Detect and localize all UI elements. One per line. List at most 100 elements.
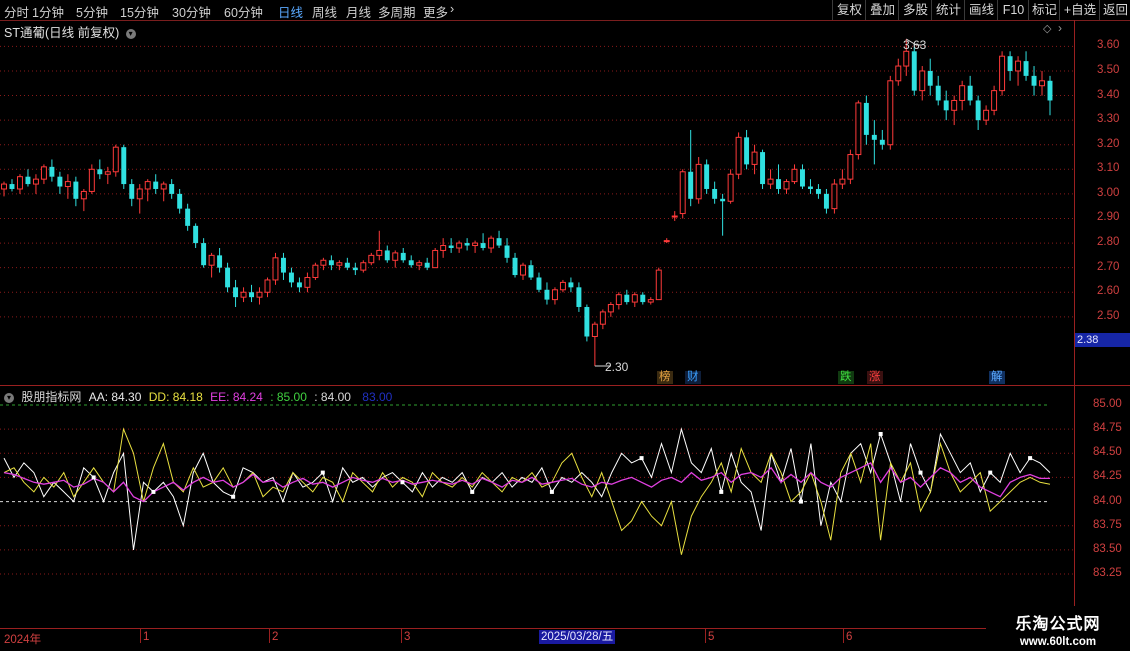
event-marker-4[interactable]: 解 — [989, 371, 1005, 384]
candle — [360, 260, 367, 273]
candle — [1007, 51, 1013, 81]
candle — [1, 181, 7, 197]
candle — [40, 164, 47, 185]
period-toolbar: 分时 1分钟 5分钟 15分钟 30分钟 60分钟 日线 周线 月线 多周期 更多 › 复权 叠加 多股 统计… — [0, 0, 1130, 21]
chevron-down-icon[interactable]: ▾ — [125, 28, 136, 39]
toolbar-button-3[interactable]: 统计 — [931, 0, 965, 20]
candle — [185, 203, 191, 231]
candle — [296, 277, 302, 293]
selected-date: 2025/03/28/五 — [539, 630, 616, 644]
candle — [999, 51, 1006, 96]
candle — [520, 262, 526, 280]
candle — [544, 282, 550, 305]
toolbar-button-8[interactable]: 返回 — [1099, 0, 1130, 20]
candle — [679, 169, 686, 219]
candle — [49, 159, 55, 182]
period-10[interactable]: 更多 — [423, 2, 448, 21]
indicator-tick-label: 83.25 — [1093, 567, 1122, 579]
candle — [129, 179, 135, 207]
candle — [144, 179, 151, 202]
period-4[interactable]: 30分钟 — [172, 2, 211, 21]
event-marker-0[interactable]: 榜 — [657, 371, 673, 384]
candle — [272, 252, 279, 285]
candle — [1023, 51, 1029, 81]
candle — [57, 171, 63, 194]
toolbar-button-2[interactable]: 多股 — [898, 0, 932, 20]
candle — [983, 105, 990, 126]
candle — [217, 247, 223, 273]
period-9[interactable]: 多周期 — [378, 2, 416, 21]
candle — [887, 75, 894, 150]
candle — [73, 176, 79, 207]
period-5[interactable]: 60分钟 — [224, 2, 263, 21]
candle — [559, 279, 566, 293]
candle — [855, 100, 862, 160]
candle — [712, 181, 718, 204]
candle — [935, 75, 941, 106]
price-tick-label: 3.50 — [1097, 63, 1120, 76]
candle — [871, 120, 877, 165]
indicator-tick-label: 83.75 — [1093, 518, 1122, 531]
signal-marker — [231, 494, 236, 499]
indicator-tick-label: 84.00 — [1093, 494, 1122, 507]
candle — [233, 279, 239, 307]
candle — [64, 174, 71, 199]
candle — [1015, 56, 1022, 86]
candle — [831, 179, 838, 214]
candle — [456, 240, 463, 253]
toolbar-button-0[interactable]: 复权 — [832, 0, 866, 20]
period-7[interactable]: 周线 — [312, 2, 337, 21]
candle — [480, 233, 486, 251]
indicator-tick-label: 84.75 — [1093, 422, 1122, 435]
price-tick-label: 2.80 — [1097, 236, 1120, 249]
candle — [328, 255, 334, 271]
candle — [783, 179, 790, 194]
chevron-right-icon[interactable]: › — [450, 2, 454, 16]
candle — [551, 287, 558, 305]
candle — [704, 159, 710, 194]
candle — [591, 321, 598, 366]
candle — [256, 287, 263, 305]
date-tick — [401, 629, 402, 643]
period-8[interactable]: 月线 — [346, 2, 371, 21]
candle — [336, 260, 343, 271]
toolbar-button-5[interactable]: F10 — [997, 0, 1029, 20]
candle — [368, 252, 375, 266]
event-marker-2[interactable]: 跌 — [838, 371, 854, 384]
series-dd — [3, 427, 1051, 555]
toolbar-button-6[interactable]: 标记 — [1028, 0, 1060, 20]
signal-marker — [470, 489, 475, 494]
toolbar-button-4[interactable]: 画线 — [964, 0, 998, 20]
signal-marker — [988, 470, 993, 475]
candle — [967, 75, 973, 106]
candle — [727, 169, 734, 204]
candle — [847, 149, 854, 185]
candle — [288, 267, 294, 288]
price-tick-label: 3.20 — [1097, 137, 1120, 150]
indicator-tick-label: 83.50 — [1093, 542, 1122, 555]
candle — [1047, 75, 1053, 116]
price-chart[interactable] — [0, 20, 1130, 385]
price-tick-label: 2.90 — [1097, 211, 1120, 224]
period-1[interactable]: 1分钟 — [32, 2, 64, 21]
event-marker-1[interactable]: 财 — [685, 371, 701, 384]
candle — [320, 257, 327, 271]
chevron-right-icon[interactable]: › — [1058, 21, 1062, 35]
date-tick — [269, 629, 270, 643]
candle — [927, 58, 933, 96]
diamond-icon[interactable]: ◇ — [1043, 22, 1051, 35]
date-tick — [140, 629, 141, 643]
candle — [193, 223, 199, 248]
price-tick-label: 3.00 — [1097, 186, 1120, 199]
period-6[interactable]: 日线 — [278, 2, 303, 21]
toolbar-button-1[interactable]: 叠加 — [865, 0, 899, 20]
toolbar-button-7[interactable]: +自选 — [1059, 0, 1100, 20]
candle — [352, 262, 358, 276]
candle — [640, 292, 646, 305]
indicator-chart[interactable] — [0, 386, 1130, 628]
event-marker-3[interactable]: 涨 — [867, 371, 883, 384]
period-2[interactable]: 5分钟 — [76, 2, 108, 21]
period-0[interactable]: 分时 — [4, 2, 29, 21]
candle — [32, 174, 39, 194]
period-3[interactable]: 15分钟 — [120, 2, 159, 21]
